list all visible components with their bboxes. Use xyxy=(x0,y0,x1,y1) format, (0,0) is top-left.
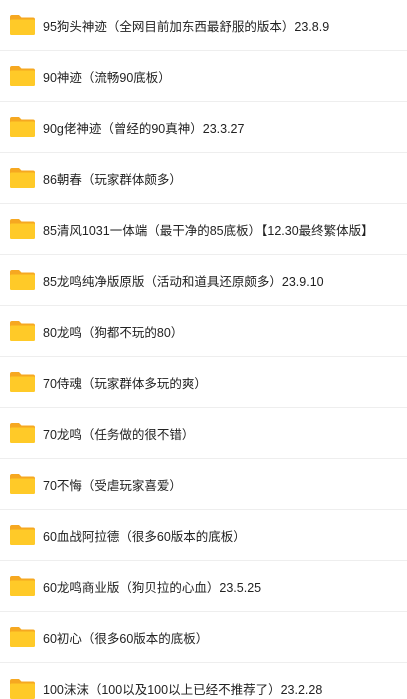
folder-item[interactable]: 70不悔（受虐玩家喜爱） xyxy=(0,459,407,510)
folder-item[interactable]: 60血战阿拉德（很多60版本的底板） xyxy=(0,510,407,561)
folder-item[interactable]: 80龙鸣（狗都不玩的80） xyxy=(0,306,407,357)
folder-name: 86朝春（玩家群体颇多） xyxy=(43,172,182,187)
folder-item[interactable]: 70侍魂（玩家群体多玩的爽） xyxy=(0,357,407,408)
folder-item[interactable]: 60初心（很多60版本的底板） xyxy=(0,612,407,663)
folder-name: 70侍魂（玩家群体多玩的爽） xyxy=(43,376,207,391)
folder-item[interactable]: 85龙鸣纯净版原版（活动和道具还原颇多）23.9.10 xyxy=(0,255,407,306)
folder-icon xyxy=(10,627,35,647)
folder-name: 70不悔（受虐玩家喜爱） xyxy=(43,478,182,493)
file-browser: 95狗头神迹（全网目前加东西最舒服的版本）23.8.9 90神迹（流畅90底板）… xyxy=(0,0,407,699)
folder-item[interactable]: 70龙鸣（任务做的很不错） xyxy=(0,408,407,459)
folder-name: 90g佬神迹（曾经的90真神）23.3.27 xyxy=(43,121,245,136)
folder-item[interactable]: 60龙鸣商业版（狗贝拉的心血）23.5.25 xyxy=(0,561,407,612)
folder-name: 85清风1031一体端（最干净的85底板）【12.30最终繁体版】 xyxy=(43,223,374,238)
folder-icon xyxy=(10,423,35,443)
folder-name: 70龙鸣（任务做的很不错） xyxy=(43,427,195,442)
folder-name: 90神迹（流畅90底板） xyxy=(43,70,171,85)
folder-icon xyxy=(10,576,35,596)
folder-icon xyxy=(10,525,35,545)
folder-icon xyxy=(10,372,35,392)
folder-item[interactable]: 100沫沫（100以及100以上已经不推荐了）23.2.28 xyxy=(0,663,407,699)
folder-item[interactable]: 90神迹（流畅90底板） xyxy=(0,51,407,102)
folder-icon xyxy=(10,474,35,494)
folder-item[interactable]: 95狗头神迹（全网目前加东西最舒服的版本）23.8.9 xyxy=(0,0,407,51)
folder-list: 95狗头神迹（全网目前加东西最舒服的版本）23.8.9 90神迹（流畅90底板）… xyxy=(0,0,407,699)
folder-icon xyxy=(10,219,35,239)
folder-name: 80龙鸣（狗都不玩的80） xyxy=(43,325,184,340)
folder-icon xyxy=(10,678,35,699)
folder-name: 85龙鸣纯净版原版（活动和道具还原颇多）23.9.10 xyxy=(43,274,324,289)
folder-icon xyxy=(10,168,35,188)
folder-item[interactable]: 86朝春（玩家群体颇多） xyxy=(0,153,407,204)
folder-icon xyxy=(10,117,35,137)
folder-icon xyxy=(10,66,35,86)
folder-icon xyxy=(10,15,35,35)
folder-name: 60龙鸣商业版（狗贝拉的心血）23.5.25 xyxy=(43,580,262,595)
folder-item[interactable]: 85清风1031一体端（最干净的85底板）【12.30最终繁体版】 xyxy=(0,204,407,255)
folder-icon xyxy=(10,270,35,290)
folder-name: 60初心（很多60版本的底板） xyxy=(43,631,209,646)
folder-icon xyxy=(10,321,35,341)
folder-item[interactable]: 90g佬神迹（曾经的90真神）23.3.27 xyxy=(0,102,407,153)
folder-name: 95狗头神迹（全网目前加东西最舒服的版本）23.8.9 xyxy=(43,19,330,34)
folder-name: 60血战阿拉德（很多60版本的底板） xyxy=(43,529,246,544)
folder-name: 100沫沫（100以及100以上已经不推荐了）23.2.28 xyxy=(43,683,323,697)
